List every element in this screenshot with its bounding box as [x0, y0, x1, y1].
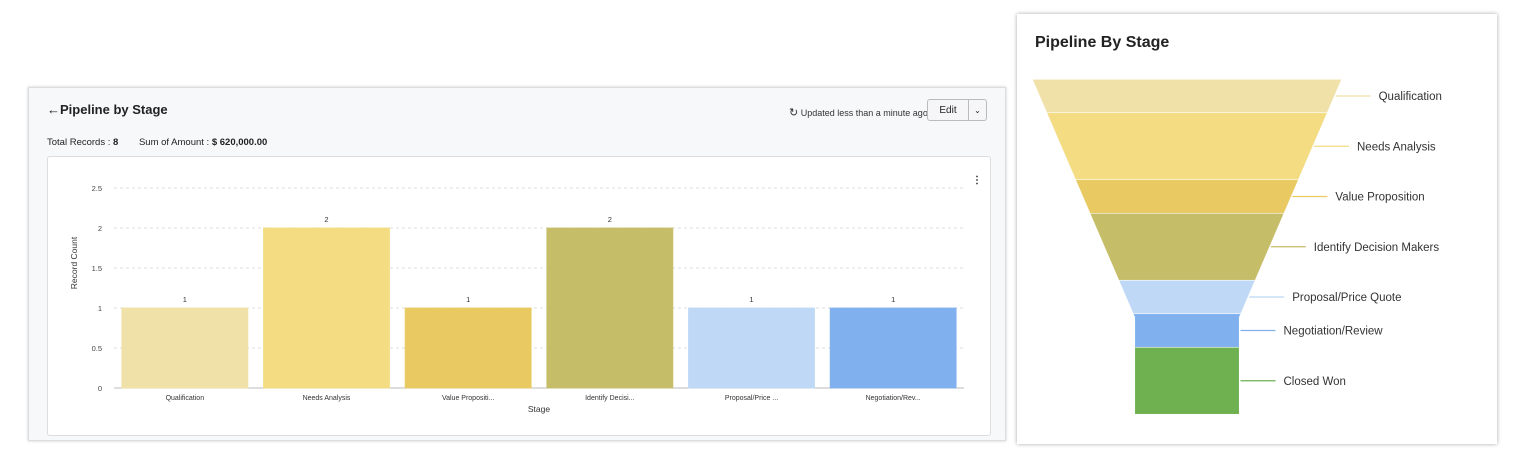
refresh-icon[interactable]: ↻	[789, 107, 798, 119]
bar	[546, 227, 674, 389]
y-tick-label: 0.5	[92, 344, 102, 353]
funnel-panel: Pipeline By Stage Qualification Needs Ana…	[1017, 14, 1497, 444]
funnel-segment	[1135, 347, 1239, 414]
data-label: 1	[891, 295, 895, 304]
funnel-segment	[1133, 314, 1241, 347]
data-label: 2	[324, 215, 328, 224]
data-label: 2	[608, 215, 612, 224]
report-panel: ←Pipeline by Stage ↻ Updated less than a…	[28, 87, 1006, 441]
funnel-label: Identify Decision Makers	[1314, 242, 1440, 254]
y-tick-label: 1.5	[92, 264, 102, 273]
total-records-label: Total Records :	[47, 137, 111, 148]
y-tick-label: 1	[98, 304, 102, 313]
bar	[688, 307, 815, 389]
x-tick-label: Negotiation/Rev...	[866, 395, 921, 402]
x-axis-label: Stage	[528, 404, 550, 414]
x-tick-label: Needs Analysis	[303, 395, 351, 402]
report-title: Pipeline by Stage	[60, 102, 168, 117]
y-tick-label: 2.5	[92, 184, 102, 193]
bar	[829, 307, 957, 389]
chart-card: ⋮ 0 0.5 1 1.5 2 2.5 1 Qualification 2 Needs Analy…	[47, 156, 991, 436]
funnel-segment	[1119, 280, 1255, 314]
x-tick-label: Value Propositi...	[442, 395, 494, 402]
bar	[404, 307, 532, 389]
bar-chart: 0 0.5 1 1.5 2 2.5 1 Qualification 2 Needs Analysi…	[69, 184, 964, 414]
data-label: 1	[466, 295, 470, 304]
funnel-label: Qualification	[1379, 91, 1442, 103]
funnel-label: Negotiation/Review	[1284, 326, 1384, 338]
funnel-label: Proposal/Price Quote	[1292, 292, 1401, 304]
data-label: 1	[183, 295, 187, 304]
total-records-value: 8	[113, 137, 119, 148]
x-tick-label: Proposal/Price ...	[725, 395, 778, 402]
data-label: 1	[749, 295, 753, 304]
bar	[121, 307, 249, 389]
page-title: ←Pipeline by Stage	[47, 102, 168, 117]
more-vertical-icon[interactable]: ⋮	[972, 175, 982, 186]
edit-button-group[interactable]: Edit ⌄	[927, 99, 987, 121]
funnel-label: Needs Analysis	[1357, 141, 1436, 153]
funnel-segment	[1047, 113, 1327, 180]
x-tick-label: Identify Decisi...	[585, 395, 634, 402]
sum-label: Sum of Amount :	[138, 137, 210, 148]
edit-button[interactable]: Edit	[928, 100, 969, 120]
sum-value: $ 620,000.00	[211, 137, 268, 148]
x-tick-label: Qualification	[166, 395, 205, 402]
funnel-label: Closed Won	[1284, 376, 1346, 388]
updated-text: Updated less than a minute ago	[800, 108, 928, 118]
y-tick-label: 0	[98, 384, 102, 393]
funnel-segment	[1032, 79, 1342, 113]
chevron-down-icon[interactable]: ⌄	[969, 100, 986, 120]
y-tick-label: 2	[98, 224, 102, 233]
updated-status: ↻ Updated less than a minute ago	[789, 106, 928, 119]
y-axis-label: Record Count	[69, 236, 79, 289]
funnel-chart: Qualification Needs Analysis Value Proposi…	[1032, 79, 1442, 414]
summary-stats: Total Records : 8 Sum of Amount : $ 620,…	[47, 137, 285, 148]
bar	[263, 227, 390, 389]
funnel-segment	[1090, 213, 1284, 280]
funnel-label: Value Proposition	[1335, 192, 1424, 204]
back-arrow-icon[interactable]: ←	[47, 102, 60, 117]
funnel-segment	[1075, 180, 1299, 213]
